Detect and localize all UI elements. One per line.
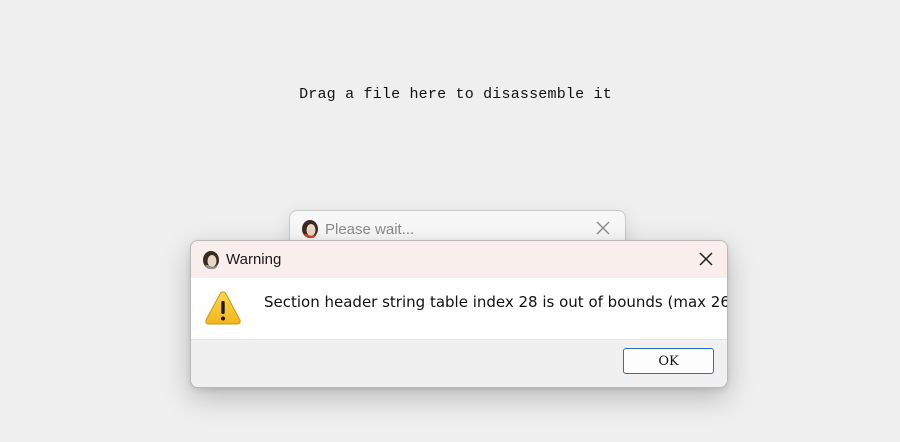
warning-button-bar: OK [191,340,727,387]
ok-button[interactable]: OK [623,348,714,374]
warning-message: Section header string table index 28 is … [264,293,728,311]
please-wait-title: Please wait... [325,220,415,238]
app-logo-icon [302,220,318,239]
close-icon[interactable] [697,250,715,268]
warning-dialog: Warning Section header string table inde… [190,240,728,388]
warning-message-area: Section header string table index 28 is … [191,278,727,340]
drop-hint-text: Drag a file here to disassemble it [299,86,612,103]
close-icon[interactable] [594,219,612,237]
warning-triangle-icon [205,291,241,325]
warning-title: Warning [226,251,282,268]
app-logo-icon [203,250,219,269]
warning-titlebar: Warning [191,241,727,278]
